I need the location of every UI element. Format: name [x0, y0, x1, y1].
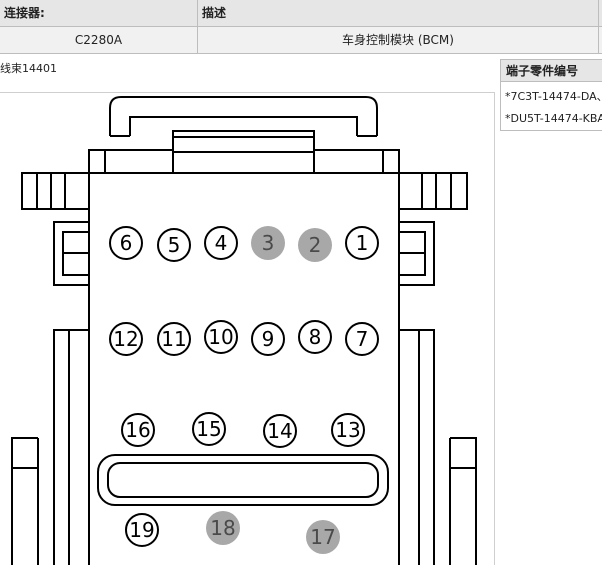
pin-number-label: 16	[125, 418, 150, 442]
pin-number-label: 12	[113, 327, 138, 351]
connector-face-diagram: 12345678910111213141516171819	[11, 96, 477, 565]
pin-number-label: 7	[356, 327, 369, 351]
pin-number-label: 11	[161, 327, 186, 351]
pin-19: 19	[125, 513, 159, 547]
pin-number-label: 3	[262, 231, 275, 255]
pin-number-label: 13	[335, 418, 360, 442]
pin-7: 7	[345, 322, 379, 356]
pin-number-label: 19	[129, 518, 154, 542]
pin-11: 11	[157, 322, 191, 356]
pin-number-label: 10	[208, 325, 233, 349]
pin-8: 8	[298, 320, 332, 354]
pin-10: 10	[204, 320, 238, 354]
pin-number-label: 18	[210, 516, 235, 540]
keying-slot	[97, 454, 389, 506]
pin-9: 9	[251, 322, 285, 356]
pin-4: 4	[204, 226, 238, 260]
pin-14: 14	[263, 414, 297, 448]
left-side-lock	[11, 172, 90, 565]
pin-number-label: 4	[215, 231, 228, 255]
pin-17: 17	[306, 520, 340, 554]
pin-number-label: 15	[196, 417, 221, 441]
pin-number-label: 14	[267, 419, 292, 443]
pin-18: 18	[206, 511, 240, 545]
connector-body	[88, 149, 400, 565]
pin-6: 6	[109, 226, 143, 260]
latch	[109, 96, 378, 174]
pin-13: 13	[331, 413, 365, 447]
pin-number-label: 2	[309, 233, 322, 257]
pin-number-label: 6	[120, 231, 133, 255]
pin-5: 5	[157, 228, 191, 262]
right-side-lock	[398, 172, 477, 565]
pin-15: 15	[192, 412, 226, 446]
pin-number-label: 9	[262, 327, 275, 351]
pin-2: 2	[298, 228, 332, 262]
pin-number-label: 5	[168, 233, 181, 257]
pin-number-label: 1	[356, 231, 369, 255]
pin-number-label: 17	[310, 525, 335, 549]
pin-number-label: 8	[309, 325, 322, 349]
pin-1: 1	[345, 226, 379, 260]
pin-3: 3	[251, 226, 285, 260]
pin-12: 12	[109, 322, 143, 356]
pin-16: 16	[121, 413, 155, 447]
